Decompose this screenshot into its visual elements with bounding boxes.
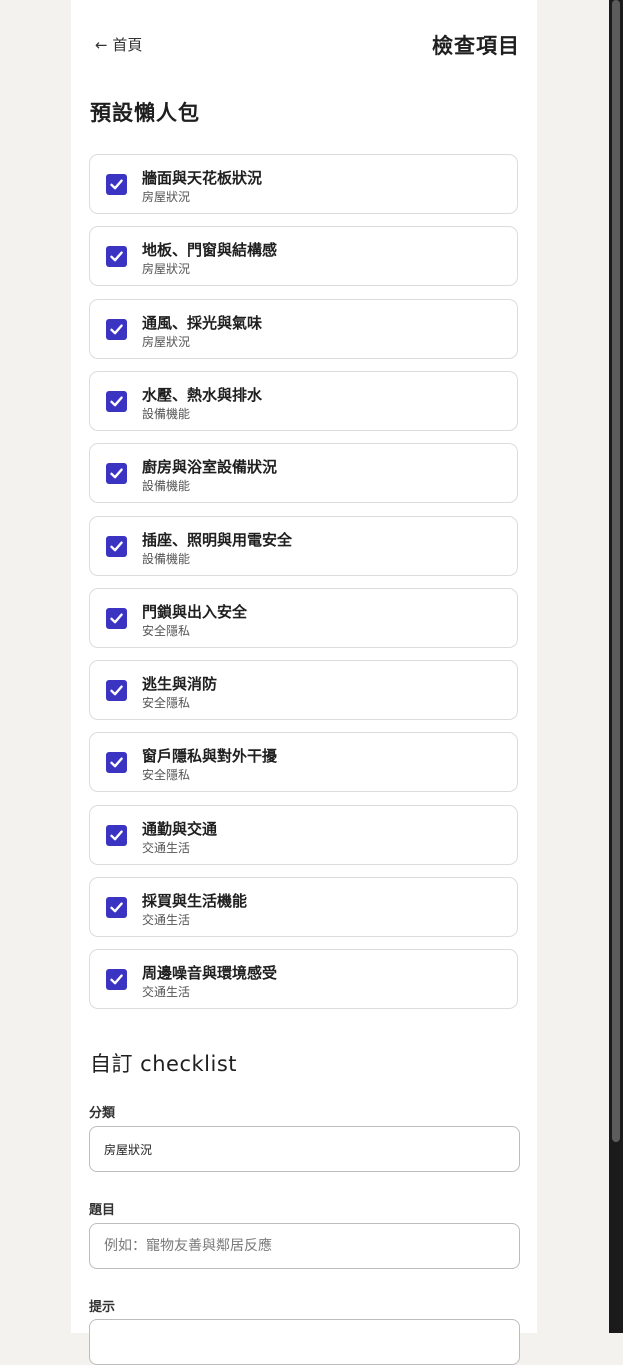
checklist-item-title: 窗戶隱私與對外干擾	[142, 747, 278, 766]
checkbox[interactable]	[106, 535, 127, 557]
checklist-item-category: 交通生活	[142, 985, 191, 1000]
checkbox[interactable]	[106, 897, 127, 918]
checklist-item-title: 採買與生活機能	[142, 892, 248, 910]
checklist-item[interactable]: 通風、採光與氣味房屋狀況	[89, 298, 518, 359]
checklist-item[interactable]: 插座、照明與用電安全設備機能	[89, 515, 518, 576]
checklist-item[interactable]: 地板、門窗與結構感房屋狀況	[89, 226, 518, 287]
checkbox[interactable]	[106, 680, 127, 702]
checklist-item-title: 門鎖與出入安全	[142, 602, 248, 621]
category-select[interactable]: 房屋狀況	[89, 1126, 520, 1172]
back-home-link[interactable]: ← 首頁	[95, 34, 142, 55]
checkbox[interactable]	[106, 390, 127, 412]
hint-input[interactable]	[89, 1319, 520, 1365]
checklist-item-category: 安全隱私	[142, 623, 191, 638]
checklist-item-title: 周邊噪音與環境感受	[142, 964, 278, 983]
checklist-item-category: 安全隱私	[142, 696, 191, 711]
checkmark-icon	[110, 251, 123, 262]
checklist-item-category: 房屋狀況	[142, 262, 191, 277]
checklist-item-title: 水壓、熱水與排水	[142, 385, 263, 404]
checklist-item-category: 設備機能	[142, 551, 191, 566]
checkmark-icon	[110, 974, 123, 985]
checklist-item-category: 設備機能	[142, 406, 191, 421]
checklist-item[interactable]: 通勤與交通 交通生活	[89, 804, 518, 865]
checkbox[interactable]	[106, 463, 127, 485]
checklist-item[interactable]: 窗戶隱私與對外干擾安全隱私	[89, 732, 518, 793]
checkbox[interactable]	[106, 607, 127, 629]
checklist-item-category: 安全隱私	[142, 768, 191, 783]
checklist-item-title: 通勤與交通	[142, 819, 218, 838]
checkbox[interactable]	[106, 246, 127, 268]
custom-checklist-heading: 自訂 checklist	[90, 1052, 238, 1076]
checklist-item-title: 插座、照明與用電安全	[142, 530, 293, 549]
checklist-item[interactable]: 水壓、熱水與排水設備機能	[89, 370, 518, 431]
checkmark-icon	[110, 540, 123, 551]
checkmark-icon	[110, 396, 123, 407]
presets-heading: 預設懶人包	[90, 101, 200, 125]
checklist-item-title: 地板、門窗與結構感	[142, 241, 278, 260]
checklist-item[interactable]: 周邊噪音與環境感受交通生活	[89, 949, 518, 1010]
checklist-item-category: 房屋狀況	[142, 334, 191, 349]
checklist-item-category: 設備機能	[142, 479, 191, 494]
checkbox[interactable]	[106, 752, 127, 774]
hint-label: 提示	[89, 1300, 116, 1315]
category-selected-value: 房屋狀況	[104, 1142, 153, 1157]
checklist-item-category: 交通生活	[142, 840, 191, 855]
checklist-item[interactable]: 門鎖與出入安全安全隱私	[89, 587, 518, 648]
checkbox[interactable]	[106, 318, 127, 340]
page-title: 檢查項目	[432, 34, 520, 58]
checklist-item-title: 通風、採光與氣味	[142, 313, 263, 332]
checkbox[interactable]	[106, 969, 127, 991]
checkmark-icon	[110, 323, 123, 334]
checklist-item-title: 廚房與浴室設備狀況	[142, 458, 278, 477]
checkmark-icon	[110, 830, 123, 841]
checklist-item[interactable]: 牆面與天花板狀況房屋狀況	[89, 154, 518, 214]
category-label: 分類	[89, 1106, 116, 1121]
checklist-item[interactable]: 採買與生活機能交通生活	[89, 877, 518, 937]
checklist-item[interactable]: 廚房與浴室設備狀況設備機能	[89, 443, 518, 504]
checkmark-icon	[110, 757, 123, 768]
checkmark-icon	[110, 468, 123, 479]
top-bar: ← 首頁 檢查項目	[95, 30, 520, 60]
checkbox[interactable]	[106, 824, 127, 846]
question-label: 題目	[89, 1203, 116, 1218]
checkbox[interactable]	[106, 174, 127, 195]
checklist-item-category: 交通生活	[142, 913, 191, 927]
checklist-item-category: 房屋狀況	[142, 190, 191, 204]
checklist-item-title: 逃生與消防	[142, 675, 218, 694]
checkmark-icon	[110, 613, 123, 624]
checkmark-icon	[110, 902, 123, 913]
checklist-item-title: 牆面與天花板狀況	[142, 169, 263, 187]
checkmark-icon	[110, 179, 123, 190]
checkmark-icon	[110, 685, 123, 696]
question-input[interactable]	[89, 1223, 520, 1269]
checklist-item[interactable]: 逃生與消防 安全隱私	[89, 660, 518, 721]
scrollbar-thumb[interactable]	[612, 0, 620, 1142]
